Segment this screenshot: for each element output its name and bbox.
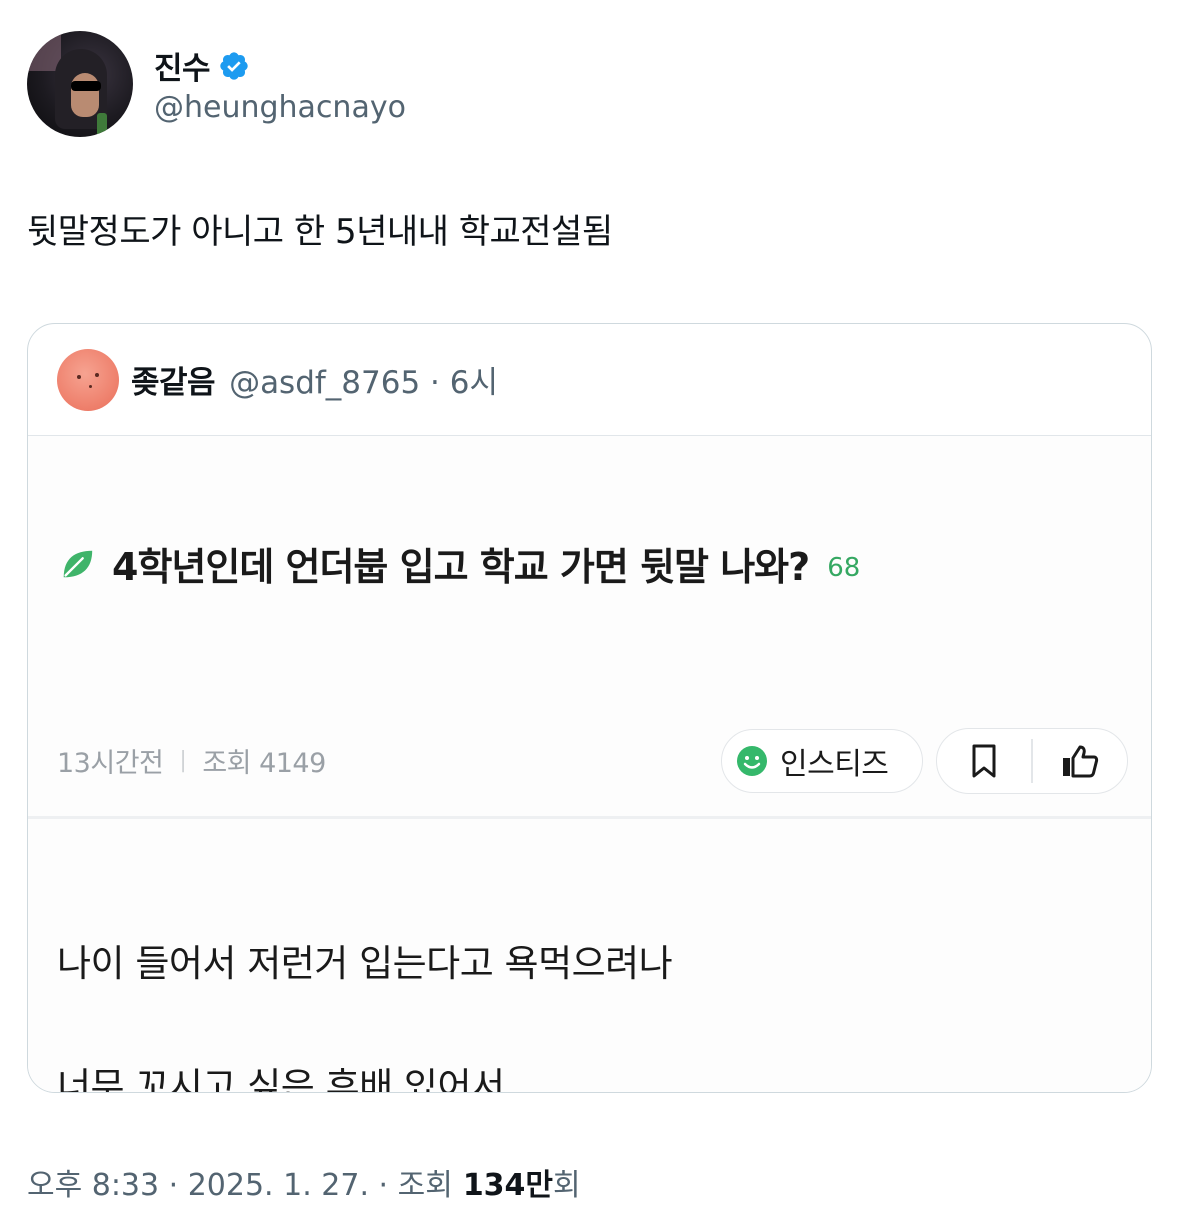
- verified-badge-icon: [220, 51, 248, 80]
- quoted-image[interactable]: 4학년인데 언더붑 입고 학교 가면 뒷말 나와? 68 13시간전 | 조회 …: [28, 436, 1151, 1092]
- comment-count: 68: [827, 552, 861, 583]
- bookmark-button: [937, 729, 1031, 793]
- quoted-author-meta: @asdf_8765 · 6시: [229, 365, 498, 401]
- post-divider: [28, 816, 1151, 819]
- author-info: 진수 @heunghacnayo: [154, 44, 406, 125]
- view-count: 134만: [462, 1168, 554, 1203]
- post-actions: [936, 728, 1128, 794]
- leaf-icon: [63, 550, 93, 577]
- avatar-face: [71, 73, 99, 117]
- author-name-row: 진수: [154, 44, 406, 88]
- quoted-author-name[interactable]: 좆같음: [131, 357, 216, 402]
- quoted-tweet-header: 좆같음 @asdf_8765 · 6시: [28, 324, 1151, 436]
- stats-divider: |: [179, 748, 187, 773]
- bookmark-icon: [972, 744, 996, 778]
- author-handle[interactable]: @heunghacnayo: [154, 90, 406, 125]
- avatar-bottle: [97, 113, 107, 137]
- tweet-text: 뒷말정도가 아니고 한 5년내내 학교전설됨: [27, 212, 613, 252]
- thumbs-up-icon: [1062, 745, 1098, 778]
- avatar-eye: [95, 372, 99, 377]
- like-button: [1033, 729, 1127, 793]
- avatar-mouth: [89, 384, 92, 388]
- avatar-eye: [77, 374, 81, 379]
- author-name[interactable]: 진수: [154, 43, 211, 88]
- post-views: 조회 4149: [202, 748, 326, 779]
- tweet-footer: 오후 8:33 · 2025. 1. 27. · 조회 134만 회: [27, 1160, 581, 1204]
- post-title-row: 4학년인데 언더붑 입고 학교 가면 뒷말 나와? 68: [58, 536, 860, 591]
- channel-chip: 인스티즈: [721, 729, 923, 793]
- author-avatar[interactable]: [27, 31, 133, 137]
- tweet-timestamp[interactable]: 오후 8:33 · 2025. 1. 27. · 조회: [27, 1160, 453, 1204]
- channel-label: 인스티즈: [780, 747, 889, 782]
- post-body-line: 나이 들어서 저런거 입는다고 욕먹으려나: [57, 942, 673, 985]
- avatar-sunglasses: [71, 81, 101, 91]
- post-body-line: 너무 꼬시고 싶은 후배 있어서: [57, 1065, 505, 1093]
- quoted-author-avatar[interactable]: [57, 348, 119, 411]
- quoted-tweet[interactable]: 좆같음 @asdf_8765 · 6시 4학년인데 언더붑 입고 학교 가면 뒷…: [27, 323, 1152, 1093]
- post-title: 4학년인데 언더붑 입고 학교 가면 뒷말 나와?: [112, 545, 810, 589]
- tweet-header: 진수 @heunghacnayo: [27, 31, 406, 137]
- post-time: 13시간전: [57, 748, 164, 779]
- view-count-suffix: 회: [553, 1168, 581, 1203]
- post-stats: 13시간전 | 조회 4149: [57, 741, 326, 780]
- smile-icon: [737, 746, 767, 776]
